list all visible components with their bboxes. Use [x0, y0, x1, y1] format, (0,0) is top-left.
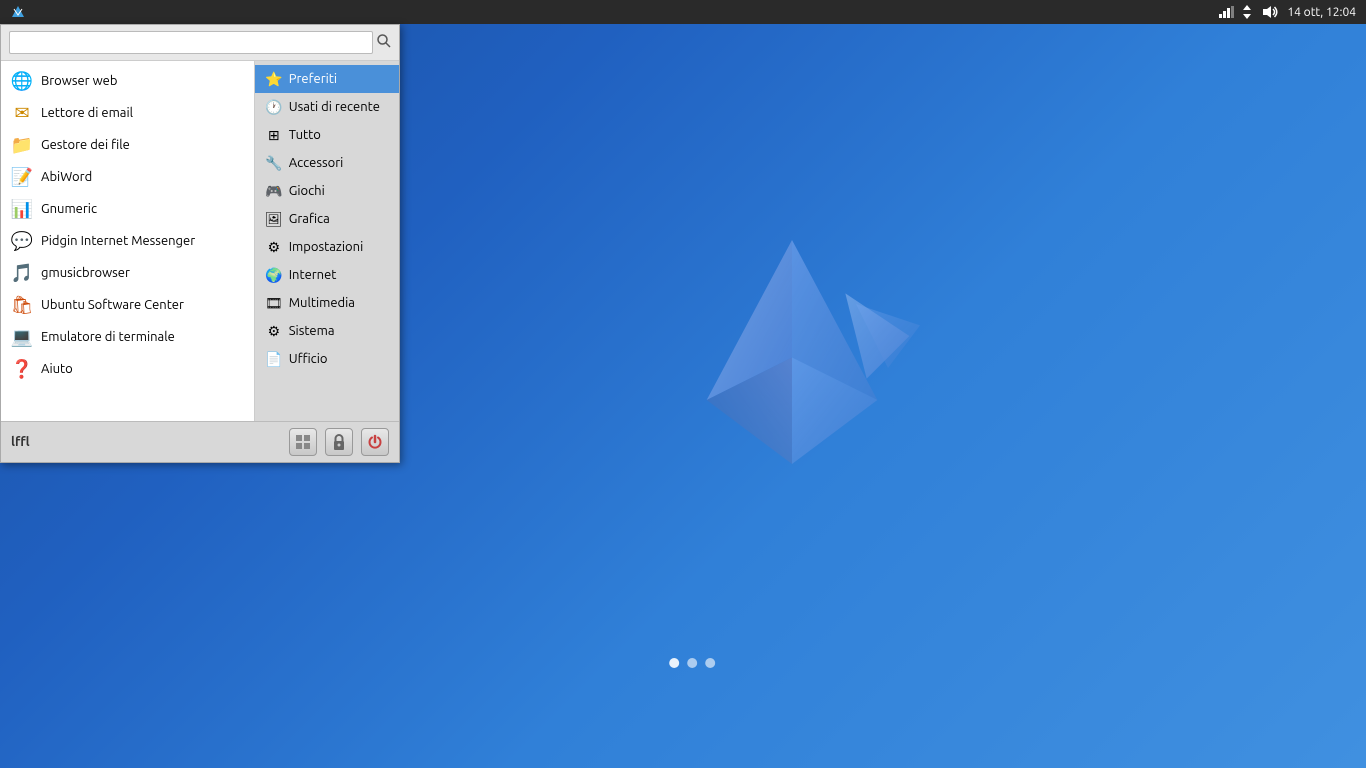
multimedia-cat-label: Multimedia: [289, 296, 355, 310]
impostazioni-cat-icon: ⚙: [265, 238, 283, 256]
loading-dots: [669, 658, 715, 668]
xfce-icon: [10, 4, 26, 20]
help-icon: ❓: [11, 358, 33, 380]
app-item-help[interactable]: ❓ Aiuto: [1, 353, 254, 385]
app-menu: 🌐 Browser web ✉ Lettore di email 📁 Gestore de…: [0, 24, 400, 463]
category-item-ufficio[interactable]: 📄 Ufficio: [255, 345, 399, 373]
tutto-cat-label: Tutto: [289, 128, 321, 142]
help-label: Aiuto: [41, 362, 73, 376]
pidgin-icon: 💬: [11, 230, 33, 252]
app-item-files[interactable]: 📁 Gestore dei file: [1, 129, 254, 161]
app-item-email[interactable]: ✉ Lettore di email: [1, 97, 254, 129]
abiword-icon: 📝: [11, 166, 33, 188]
internet-cat-icon: 🌍: [265, 266, 283, 284]
email-label: Lettore di email: [41, 106, 133, 120]
desktop-logo: [632, 208, 952, 528]
tutto-cat-icon: ⊞: [265, 126, 283, 144]
files-label: Gestore dei file: [41, 138, 130, 152]
browser-icon: 🌐: [11, 70, 33, 92]
preferiti-cat-label: Preferiti: [289, 72, 337, 86]
volume-svg: [1263, 5, 1279, 19]
accessori-cat-icon: 🔧: [265, 154, 283, 172]
category-item-accessori[interactable]: 🔧 Accessori: [255, 149, 399, 177]
menu-body: 🌐 Browser web ✉ Lettore di email 📁 Gestore de…: [1, 61, 399, 421]
categories-panel: ⭐ Preferiti 🕐 Usati di recente ⊞ Tutto 🔧 Access…: [255, 61, 399, 421]
files-icon: 📁: [11, 134, 33, 156]
accessori-cat-label: Accessori: [289, 156, 344, 170]
app-item-terminal[interactable]: 💻 Emulatore di terminale: [1, 321, 254, 353]
app-item-ubuntu[interactable]: 🛍 Ubuntu Software Center: [1, 289, 254, 321]
ufficio-cat-label: Ufficio: [289, 352, 328, 366]
menu-bottom: lffl: [1, 421, 399, 462]
category-item-sistema[interactable]: ⚙ Sistema: [255, 317, 399, 345]
app-item-browser[interactable]: 🌐 Browser web: [1, 65, 254, 97]
desktop: 14 ott, 12:04 🌐 Browser web ✉ Lettore di em…: [0, 0, 1366, 768]
pidgin-label: Pidgin Internet Messenger: [41, 234, 195, 248]
music-label: gmusicbrowser: [41, 266, 130, 280]
gnumeric-icon: 📊: [11, 198, 33, 220]
grafica-cat-label: Grafica: [289, 212, 330, 226]
loading-dot-3: [705, 658, 715, 668]
giochi-cat-icon: 🎮: [265, 182, 283, 200]
email-icon: ✉: [11, 102, 33, 124]
datetime: 14 ott, 12:04: [1287, 6, 1356, 19]
abiword-label: AbiWord: [41, 170, 92, 184]
username-label: lffl: [11, 435, 30, 449]
loading-dot-1: [669, 658, 679, 668]
category-item-recenti[interactable]: 🕐 Usati di recente: [255, 93, 399, 121]
loading-dot-2: [687, 658, 697, 668]
network-updown-icon: [1243, 5, 1255, 19]
category-item-tutto[interactable]: ⊞ Tutto: [255, 121, 399, 149]
search-button[interactable]: [377, 34, 391, 51]
taskbar-left: [4, 2, 32, 22]
browser-label: Browser web: [41, 74, 117, 88]
network-icon: [1219, 6, 1235, 18]
app-item-pidgin[interactable]: 💬 Pidgin Internet Messenger: [1, 225, 254, 257]
multimedia-cat-icon: 🎞: [265, 294, 283, 312]
apps-panel: 🌐 Browser web ✉ Lettore di email 📁 Gestore de…: [1, 61, 255, 421]
power-icon: [367, 434, 383, 450]
impostazioni-cat-label: Impostazioni: [289, 240, 364, 254]
network-svg: [1219, 6, 1235, 18]
power-button[interactable]: [361, 428, 389, 456]
taskbar-right: 14 ott, 12:04: [1219, 5, 1362, 19]
category-item-giochi[interactable]: 🎮 Giochi: [255, 177, 399, 205]
terminal-label: Emulatore di terminale: [41, 330, 175, 344]
search-input[interactable]: [9, 31, 373, 54]
arrows-svg: [1243, 5, 1255, 19]
places-icon: [295, 434, 311, 450]
taskbar: 14 ott, 12:04: [0, 0, 1366, 24]
search-bar: [1, 25, 399, 61]
grafica-cat-icon: 🖼: [265, 210, 283, 228]
app-item-abiword[interactable]: 📝 AbiWord: [1, 161, 254, 193]
recenti-cat-icon: 🕐: [265, 98, 283, 116]
category-item-internet[interactable]: 🌍 Internet: [255, 261, 399, 289]
lock-icon: [332, 434, 346, 450]
recenti-cat-label: Usati di recente: [289, 100, 380, 114]
sistema-cat-icon: ⚙: [265, 322, 283, 340]
gnumeric-label: Gnumeric: [41, 202, 97, 216]
preferiti-cat-icon: ⭐: [265, 70, 283, 88]
search-icon: [377, 34, 391, 48]
category-item-impostazioni[interactable]: ⚙ Impostazioni: [255, 233, 399, 261]
ubuntu-icon: 🛍: [11, 294, 33, 316]
category-item-preferiti[interactable]: ⭐ Preferiti: [255, 65, 399, 93]
internet-cat-label: Internet: [289, 268, 337, 282]
sistema-cat-label: Sistema: [289, 324, 335, 338]
category-item-multimedia[interactable]: 🎞 Multimedia: [255, 289, 399, 317]
app-item-music[interactable]: 🎵 gmusicbrowser: [1, 257, 254, 289]
app-item-gnumeric[interactable]: 📊 Gnumeric: [1, 193, 254, 225]
terminal-icon: 💻: [11, 326, 33, 348]
music-icon: 🎵: [11, 262, 33, 284]
giochi-cat-label: Giochi: [289, 184, 325, 198]
ubuntu-label: Ubuntu Software Center: [41, 298, 184, 312]
bottom-buttons: [289, 428, 389, 456]
ufficio-cat-icon: 📄: [265, 350, 283, 368]
volume-icon: [1263, 5, 1279, 19]
lock-button[interactable]: [325, 428, 353, 456]
category-item-grafica[interactable]: 🖼 Grafica: [255, 205, 399, 233]
menu-button[interactable]: [4, 2, 32, 22]
places-button[interactable]: [289, 428, 317, 456]
